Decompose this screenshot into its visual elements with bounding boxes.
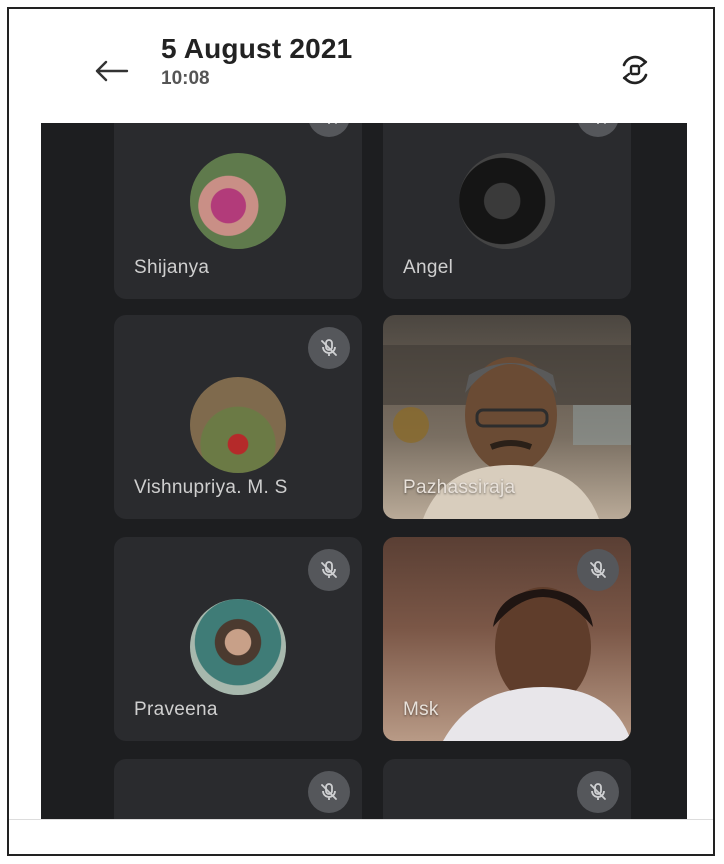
avatar bbox=[459, 153, 555, 249]
page-title: 5 August 2021 bbox=[161, 33, 353, 64]
mic-off-badge bbox=[308, 123, 350, 137]
participant-tile-vishnupriya[interactable]: Vishnupriya. M. S bbox=[114, 315, 362, 519]
participant-tile-angel[interactable]: Angel bbox=[383, 123, 631, 299]
mic-off-icon bbox=[321, 339, 337, 356]
mic-off-badge bbox=[577, 549, 619, 591]
app-window: 5 August 2021 10:08 Shijanya Angel Vishn… bbox=[7, 7, 715, 856]
participant-tile-partial-right[interactable] bbox=[383, 759, 631, 819]
participant-tile-praveena[interactable]: Praveena bbox=[114, 537, 362, 741]
title-block: 5 August 2021 10:08 bbox=[161, 33, 352, 90]
bottom-divider bbox=[9, 819, 713, 820]
participant-tile-pazhassiraja[interactable]: Pazhassiraja bbox=[383, 315, 631, 519]
mic-off-icon bbox=[328, 123, 337, 124]
participant-name: Praveena bbox=[134, 699, 218, 720]
mic-off-badge bbox=[577, 771, 619, 813]
avatar bbox=[190, 153, 286, 249]
participant-name: Angel bbox=[403, 257, 454, 278]
participant-tile-msk[interactable]: Msk bbox=[383, 537, 631, 741]
mic-off-icon bbox=[321, 561, 337, 578]
mic-off-icon bbox=[597, 123, 606, 124]
mic-off-badge bbox=[308, 549, 350, 591]
avatar bbox=[190, 377, 286, 473]
participant-name: Pazhassiraja bbox=[403, 477, 516, 498]
participant-name: Msk bbox=[403, 699, 439, 720]
rotate-screen-button[interactable] bbox=[615, 50, 655, 90]
mic-off-badge bbox=[308, 327, 350, 369]
mic-off-icon bbox=[321, 783, 337, 800]
participant-tile-shijanya[interactable]: Shijanya bbox=[114, 123, 362, 299]
page-subtitle-time: 10:08 bbox=[161, 68, 210, 89]
mic-off-icon bbox=[590, 561, 606, 578]
participant-name: Shijanya bbox=[134, 257, 210, 278]
participant-name: Vishnupriya. M. S bbox=[134, 477, 288, 498]
back-button[interactable] bbox=[91, 53, 131, 89]
mic-off-badge bbox=[308, 771, 350, 813]
mic-off-badge bbox=[577, 123, 619, 137]
mic-off-icon bbox=[590, 783, 606, 800]
rotate-screen-icon bbox=[622, 55, 648, 85]
arrow-left-icon bbox=[95, 60, 129, 82]
participant-tile-partial-left[interactable] bbox=[114, 759, 362, 819]
avatar bbox=[190, 599, 286, 695]
participants-grid: Shijanya Angel Vishnupriya. M. S Pazhass… bbox=[41, 123, 687, 819]
header: 5 August 2021 10:08 bbox=[9, 9, 713, 125]
